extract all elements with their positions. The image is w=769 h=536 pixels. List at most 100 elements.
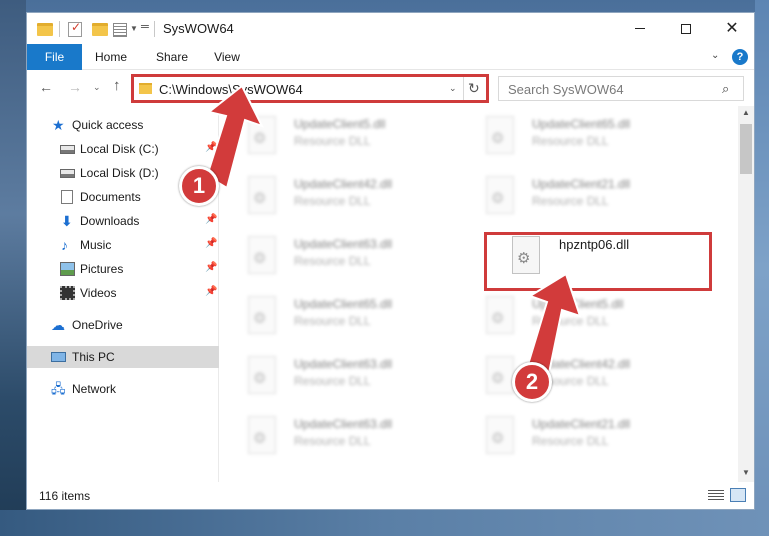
recent-locations-chevron-icon[interactable]: ⌄ xyxy=(93,82,101,93)
download-icon: ⬇ xyxy=(61,213,73,229)
status-bar: 116 items xyxy=(27,482,754,509)
tab-share[interactable]: Share xyxy=(149,44,195,70)
search-box[interactable]: Search SysWOW64 ⌕ xyxy=(498,76,744,101)
quick-access-separator xyxy=(59,21,60,37)
file-name: UpdateClient65.dll xyxy=(532,117,631,131)
sidebar-item-label: OneDrive xyxy=(72,318,123,332)
file-name: UpdateClient21.dll xyxy=(532,417,631,431)
tab-file[interactable]: File xyxy=(27,44,82,70)
back-arrow-icon[interactable]: ← xyxy=(39,79,53,95)
sidebar-item-label: Pictures xyxy=(80,262,124,276)
file-item[interactable]: UpdateClient5.dll Resource DLL xyxy=(220,114,450,164)
customize-toolbar-icon[interactable]: ═ xyxy=(141,21,149,33)
file-list: UpdateClient5.dll Resource DLL UpdateCli… xyxy=(220,106,738,482)
sidebar-item-music[interactable]: ♪ Music 📌 xyxy=(27,234,219,256)
file-item[interactable]: UpdateClient21.dll Resource DLL xyxy=(458,174,688,224)
sidebar-item-videos[interactable]: Videos 📌 xyxy=(27,282,219,304)
drive-icon xyxy=(60,145,75,154)
sidebar-item-quick-access[interactable]: ★ Quick access xyxy=(27,114,219,136)
file-item[interactable]: UpdateClient65.dll Resource DLL xyxy=(220,294,450,344)
sidebar-item-this-pc[interactable]: This PC xyxy=(27,346,219,368)
file-item[interactable]: UpdateClient63.dll Resource DLL xyxy=(220,354,450,404)
file-type: Resource DLL xyxy=(294,434,371,448)
title-bar: ▼ ═ SysWOW64 ✕ xyxy=(27,13,754,44)
videos-icon xyxy=(60,286,75,300)
file-item[interactable]: UpdateClient42.dll Resource DLL xyxy=(220,174,450,224)
up-arrow-icon[interactable]: ↑ xyxy=(113,77,121,94)
new-folder-icon[interactable] xyxy=(92,23,108,36)
sidebar-item-label: Quick access xyxy=(72,118,144,132)
window-title: SysWOW64 xyxy=(163,21,234,36)
pictures-icon xyxy=(60,262,75,276)
file-type: Resource DLL xyxy=(294,314,371,328)
dll-file-icon xyxy=(486,176,514,214)
file-item[interactable]: UpdateClient65.dll Resource DLL xyxy=(458,114,688,164)
maximize-button[interactable] xyxy=(663,13,709,44)
dll-file-icon xyxy=(248,116,276,154)
file-type: Resource DLL xyxy=(294,254,371,268)
sidebar-item-label: Downloads xyxy=(80,214,140,228)
large-icons-view-icon[interactable] xyxy=(730,488,746,502)
pin-icon[interactable]: 📌 xyxy=(205,262,217,273)
close-button[interactable]: ✕ xyxy=(709,13,754,44)
file-name: UpdateClient42.dll xyxy=(294,177,393,191)
pin-icon[interactable]: 📌 xyxy=(205,286,217,297)
expand-ribbon-chevron-icon[interactable]: ⌄ xyxy=(711,50,719,61)
search-placeholder[interactable]: Search SysWOW64 xyxy=(508,82,624,97)
file-name: UpdateClient63.dll xyxy=(294,357,393,371)
scroll-down-icon[interactable]: ▼ xyxy=(742,468,750,477)
pin-icon[interactable]: 📌 xyxy=(205,142,217,153)
search-icon[interactable]: ⌕ xyxy=(722,81,729,97)
close-icon: ✕ xyxy=(725,19,739,37)
dll-file-icon xyxy=(248,176,276,214)
file-item[interactable]: UpdateClient5.dll Resource DLL xyxy=(458,294,688,344)
desktop-wallpaper-bottom xyxy=(0,510,769,536)
dll-file-icon xyxy=(248,356,276,394)
sidebar-item-downloads[interactable]: ⬇ Downloads 📌 xyxy=(27,210,219,232)
dll-file-icon xyxy=(248,416,276,454)
help-icon[interactable]: ? xyxy=(732,49,748,65)
sidebar-item-label: Documents xyxy=(80,190,141,204)
file-type: Resource DLL xyxy=(294,134,371,148)
pin-icon[interactable]: 📌 xyxy=(205,238,217,249)
sidebar-item-onedrive[interactable]: ☁ OneDrive xyxy=(27,314,219,336)
sidebar-item-label: Local Disk (D:) xyxy=(80,166,159,180)
sidebar-item-pictures[interactable]: Pictures 📌 xyxy=(27,258,219,280)
file-item[interactable]: UpdateClient21.dll Resource DLL xyxy=(458,414,688,464)
sidebar-item-network[interactable]: 🖧 Network xyxy=(27,378,219,400)
dll-file-icon xyxy=(486,416,514,454)
file-item[interactable]: UpdateClient42.dll Resource DLL xyxy=(458,354,688,404)
tab-view[interactable]: View xyxy=(207,44,247,70)
file-item[interactable]: UpdateClient63.dll Resource DLL xyxy=(220,414,450,464)
file-item[interactable]: UpdateClient63.dll Resource DLL xyxy=(220,234,450,284)
file-name: UpdateClient21.dll xyxy=(532,177,631,191)
address-bar-highlight xyxy=(131,74,489,103)
folder-icon xyxy=(37,23,53,36)
file-type: Resource DLL xyxy=(532,434,609,448)
music-icon: ♪ xyxy=(61,237,68,253)
pin-icon[interactable]: 📌 xyxy=(205,214,217,225)
properties-icon[interactable] xyxy=(113,23,127,37)
scroll-thumb[interactable] xyxy=(740,124,752,174)
sidebar-item-label: Local Disk (C:) xyxy=(80,142,159,156)
quick-access-dropdown-icon[interactable]: ▼ xyxy=(130,24,138,33)
minimize-button[interactable] xyxy=(617,13,663,44)
star-icon: ★ xyxy=(52,117,65,133)
sidebar-item-label: Music xyxy=(80,238,112,252)
step-1-badge: 1 xyxy=(179,166,219,206)
file-type: Resource DLL xyxy=(532,314,609,328)
network-icon: 🖧 xyxy=(51,381,66,396)
file-name: UpdateClient65.dll xyxy=(294,297,393,311)
drive-icon xyxy=(60,169,75,178)
vertical-scrollbar[interactable]: ▲ ▼ xyxy=(738,106,754,482)
file-name: UpdateClient63.dll xyxy=(294,417,393,431)
properties-check-icon[interactable] xyxy=(68,20,82,37)
navigation-pane: ★ Quick access Local Disk (C:) 📌 Local D… xyxy=(27,106,219,482)
details-view-icon[interactable] xyxy=(708,490,724,502)
forward-arrow-icon[interactable]: → xyxy=(68,79,82,95)
scroll-up-icon[interactable]: ▲ xyxy=(742,108,750,117)
file-name: UpdateClient5.dll xyxy=(532,297,624,311)
file-name: UpdateClient5.dll xyxy=(294,117,386,131)
sidebar-item-local-disk-c[interactable]: Local Disk (C:) 📌 xyxy=(27,138,219,160)
tab-home[interactable]: Home xyxy=(89,44,133,70)
